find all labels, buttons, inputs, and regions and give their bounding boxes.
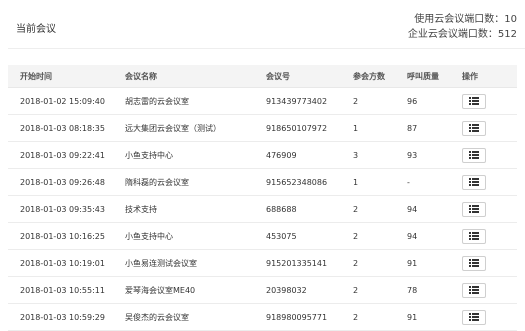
list-icon: [469, 313, 479, 321]
table-row: 2018-01-03 09:26:48 隋科磊的云会议室 91565234808…: [8, 169, 517, 196]
cell-meeting-name: 小鱼支持中心: [125, 150, 173, 160]
table-header: 开始时间 会议名称 会议号 参会方数 呼叫质量 操作: [8, 65, 517, 88]
cell-participants: 2: [353, 258, 359, 268]
cell-start-time: 2018-01-03 09:26:48: [20, 177, 105, 187]
cell-meeting-number: 915201335141: [266, 258, 328, 268]
cell-meeting-name: 隋科磊的云会议室: [125, 177, 189, 187]
header-divider: [8, 48, 525, 49]
cell-call-quality: 96: [407, 96, 418, 106]
row-actions-button[interactable]: [462, 282, 486, 298]
cell-meeting-name: 小鱼易连测试会议室: [125, 258, 197, 268]
cell-start-time: 2018-01-02 15:09:40: [20, 96, 105, 106]
cell-meeting-number: 688688: [266, 204, 297, 214]
used-ports-stat: 使用云会议端口数：10: [414, 14, 517, 25]
table-row: 2018-01-03 10:55:11 爱琴海会议室ME40 20398032 …: [8, 277, 517, 304]
cell-meeting-name: 远大集团云会议室（测试）: [125, 123, 221, 133]
port-stats: 使用云会议端口数：10 企业云会议端口数：512: [408, 12, 517, 42]
list-icon: [469, 178, 479, 186]
cell-meeting-name: 胡志雷的云会议室: [125, 96, 189, 106]
row-actions-button[interactable]: [462, 255, 486, 271]
cell-meeting-name: 小鱼支持中心: [125, 231, 173, 241]
row-actions-button[interactable]: [462, 93, 486, 109]
cell-start-time: 2018-01-03 08:18:35: [20, 123, 105, 133]
column-header-start-time: 开始时间: [20, 71, 52, 81]
cell-meeting-number: 918650107972: [266, 123, 328, 133]
row-actions-button[interactable]: [462, 147, 486, 163]
table-row: 2018-01-03 08:18:35 远大集团云会议室（测试） 9186501…: [8, 115, 517, 142]
cell-participants: 2: [353, 96, 359, 106]
page-title: 当前会议: [16, 24, 56, 35]
enterprise-ports-stat: 企业云会议端口数：512: [407, 29, 517, 40]
list-icon: [469, 205, 479, 213]
page-header: 当前会议 使用云会议端口数：10 企业云会议端口数：512: [0, 0, 525, 50]
cell-meeting-number: 915652348086: [266, 177, 328, 187]
cell-meeting-number: 476909: [266, 150, 297, 160]
cell-start-time: 2018-01-03 09:35:43: [20, 204, 105, 214]
cell-meeting-number: 453075: [266, 231, 297, 241]
row-actions-button[interactable]: [462, 201, 486, 217]
cell-start-time: 2018-01-03 10:55:11: [20, 285, 105, 295]
list-icon: [469, 124, 479, 132]
list-icon: [469, 232, 479, 240]
row-actions-button[interactable]: [462, 228, 486, 244]
cell-call-quality: 87: [407, 123, 418, 133]
cell-meeting-name: 技术支持: [125, 204, 157, 214]
cell-meeting-number: 913439773402: [266, 96, 328, 106]
cell-meeting-number: 20398032: [266, 285, 307, 295]
column-header-participants: 参会方数: [353, 71, 385, 81]
cell-meeting-name: 吴俊杰的云会议室: [125, 312, 189, 322]
meetings-table: 开始时间 会议名称 会议号 参会方数 呼叫质量 操作 2018-01-02 15…: [8, 65, 517, 331]
list-icon: [469, 259, 479, 267]
column-header-meeting-number: 会议号: [266, 71, 290, 81]
table-row: 2018-01-03 10:59:29 吴俊杰的云会议室 91898009577…: [8, 304, 517, 331]
cell-participants: 1: [353, 123, 359, 133]
table-row: 2018-01-02 15:09:40 胡志雷的云会议室 91343977340…: [8, 88, 517, 115]
cell-participants: 3: [353, 150, 359, 160]
table-row: 2018-01-03 09:35:43 技术支持 688688 2 94: [8, 196, 517, 223]
table-row: 2018-01-03 10:16:25 小鱼支持中心 453075 2 94: [8, 223, 517, 250]
cell-start-time: 2018-01-03 10:19:01: [20, 258, 105, 268]
cell-call-quality: 94: [407, 204, 418, 214]
cell-participants: 2: [353, 285, 359, 295]
cell-meeting-name: 爱琴海会议室ME40: [125, 285, 196, 295]
list-icon: [469, 151, 479, 159]
list-icon: [469, 97, 479, 105]
row-actions-button[interactable]: [462, 120, 486, 136]
cell-call-quality: 78: [407, 285, 418, 295]
cell-participants: 2: [353, 204, 359, 214]
cell-call-quality: 91: [407, 258, 418, 268]
row-actions-button[interactable]: [462, 174, 486, 190]
table-row: 2018-01-03 10:19:01 小鱼易连测试会议室 9152013351…: [8, 250, 517, 277]
row-actions-button[interactable]: [462, 309, 486, 325]
column-header-actions: 操作: [462, 71, 478, 81]
cell-start-time: 2018-01-03 09:22:41: [20, 150, 105, 160]
cell-call-quality: 94: [407, 231, 418, 241]
cell-start-time: 2018-01-03 10:16:25: [20, 231, 105, 241]
table-row: 2018-01-03 09:22:41 小鱼支持中心 476909 3 93: [8, 142, 517, 169]
column-header-call-quality: 呼叫质量: [407, 71, 439, 81]
cell-participants: 1: [353, 177, 359, 187]
list-icon: [469, 286, 479, 294]
cell-participants: 2: [353, 231, 359, 241]
cell-call-quality: -: [407, 177, 410, 187]
cell-call-quality: 93: [407, 150, 418, 160]
column-header-meeting-name: 会议名称: [125, 71, 157, 81]
